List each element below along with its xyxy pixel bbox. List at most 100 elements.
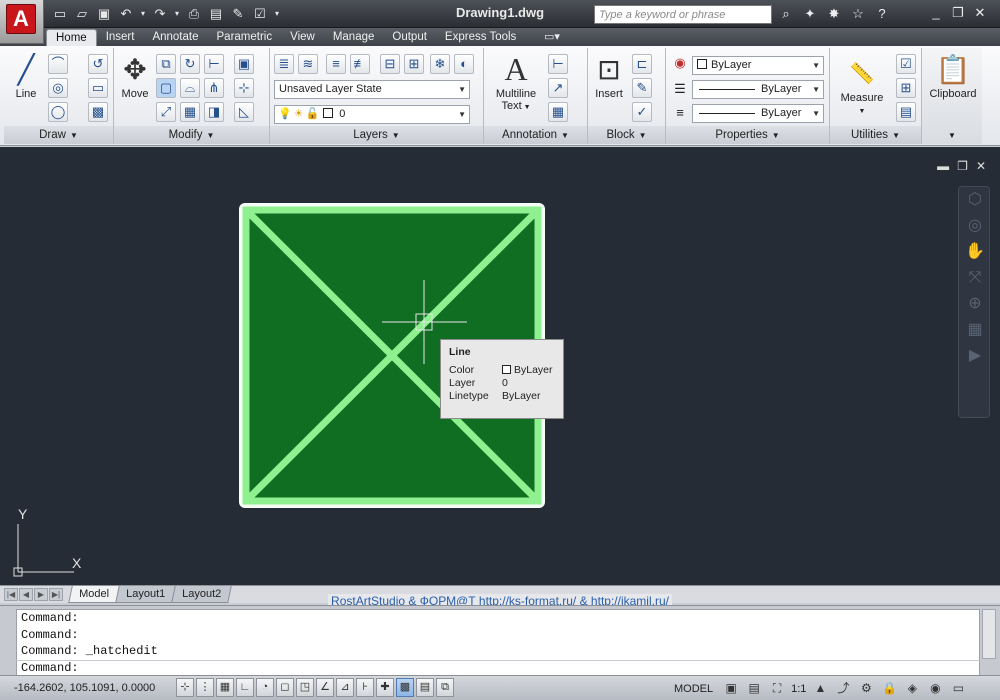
properties-panel-label[interactable]: Properties ▼: [666, 126, 829, 144]
copy-icon[interactable]: ⧉: [156, 54, 176, 74]
explode-icon[interactable]: ⊹: [234, 78, 254, 98]
multiline-text-button[interactable]: A Multiline Text ▼: [488, 52, 544, 112]
fillet-icon[interactable]: ⌓: [180, 78, 200, 98]
layer-isolate-icon[interactable]: ⊟: [380, 54, 400, 74]
hatch-icon[interactable]: ▩: [88, 102, 108, 122]
tab-parametric[interactable]: Parametric: [208, 29, 282, 46]
snap-mode-icon[interactable]: ⋮: [196, 678, 214, 697]
quick-select-icon[interactable]: ☑: [896, 54, 916, 74]
minimize-icon[interactable]: _: [928, 4, 944, 22]
restore-icon[interactable]: ❐: [950, 4, 966, 22]
calculator-icon[interactable]: ▤: [896, 102, 916, 122]
ribbon-minimize-icon[interactable]: ▭▾: [544, 30, 560, 43]
isolate-objects-icon[interactable]: ◉: [926, 680, 944, 697]
modify-panel-label[interactable]: Modify ▼: [114, 126, 269, 144]
quick-view-drawings-icon[interactable]: ▤: [745, 680, 763, 697]
last-layout-icon[interactable]: ▶|: [49, 588, 63, 601]
redo-dropdown-icon[interactable]: ▾: [172, 4, 182, 24]
transparency-icon[interactable]: ▩: [396, 678, 414, 697]
orbit-icon[interactable]: ⊕: [959, 291, 991, 317]
rotate-icon[interactable]: ↻: [180, 54, 200, 74]
wrench-icon[interactable]: ✦: [800, 4, 820, 24]
ellipse-icon[interactable]: ◯: [48, 102, 68, 122]
polyline-icon[interactable]: ⌒: [48, 54, 68, 74]
open-icon[interactable]: ▱: [72, 4, 92, 24]
tab-manage[interactable]: Manage: [324, 29, 384, 46]
clipboard-button[interactable]: 📋 Clipboard: [924, 54, 982, 100]
scale-icon[interactable]: ⤢: [156, 102, 176, 122]
layer-dropdown[interactable]: 💡 ☀ 🔓 0 ▼: [274, 105, 470, 124]
hardware-acceleration-icon[interactable]: ◈: [903, 680, 921, 697]
insert-block-button[interactable]: ⊡ Insert: [590, 54, 628, 100]
edit-attributes-icon[interactable]: ✓: [632, 102, 652, 122]
ortho-mode-icon[interactable]: ∟: [236, 678, 254, 697]
move-button[interactable]: ✥ Move: [118, 54, 152, 100]
command-scrollbar[interactable]: [982, 609, 996, 659]
zoom-icon[interactable]: ⤧: [959, 265, 991, 291]
annotation-scale-icon[interactable]: ⛶: [768, 680, 786, 697]
layout-tab-layout2[interactable]: Layout2: [171, 586, 233, 603]
grid-display-icon[interactable]: ▦: [216, 678, 234, 697]
pan-hand-icon[interactable]: ✋: [959, 239, 991, 265]
layer-freeze-icon[interactable]: ❄: [430, 54, 450, 74]
annotation-scale-value[interactable]: 1:1: [791, 683, 806, 695]
binoculars-icon[interactable]: ⌕: [776, 4, 796, 24]
layer-unisolate-icon[interactable]: ⊞: [404, 54, 424, 74]
chamfer-icon[interactable]: ◺: [234, 102, 254, 122]
tab-annotate[interactable]: Annotate: [143, 29, 207, 46]
steeringwheel-icon[interactable]: ⬡: [959, 187, 991, 213]
tab-express-tools[interactable]: Express Tools: [436, 29, 525, 46]
layers-panel-label[interactable]: Layers ▼: [270, 126, 483, 144]
qat-dropdown-icon[interactable]: ▾: [272, 4, 282, 24]
tab-insert[interactable]: Insert: [97, 29, 144, 46]
object-snap-tracking-icon[interactable]: ∠: [316, 678, 334, 697]
communication-center-icon[interactable]: ✸: [824, 4, 844, 24]
dynamic-ucs-icon[interactable]: ⊿: [336, 678, 354, 697]
undo-icon[interactable]: ↶: [116, 4, 136, 24]
clean-screen-icon[interactable]: ▭: [949, 680, 967, 697]
linetype-icon[interactable]: ☰: [670, 80, 690, 100]
layer-properties-icon[interactable]: ≣: [274, 54, 294, 74]
layer-previous-icon[interactable]: ≢: [350, 54, 370, 74]
block-panel-label[interactable]: Block ▼: [588, 126, 665, 144]
match-properties-icon[interactable]: ✎: [228, 4, 248, 24]
quick-view-layouts-icon[interactable]: ▣: [722, 680, 740, 697]
lock-toolbar-icon[interactable]: 🔒: [880, 680, 898, 697]
layer-off-icon[interactable]: ◐: [454, 54, 474, 74]
quick-properties-icon[interactable]: ▤: [416, 678, 434, 697]
showmotion-icon[interactable]: ▦: [959, 317, 991, 343]
workspace-gear-icon[interactable]: ⚙: [857, 680, 875, 697]
stretch-icon[interactable]: ▢: [156, 78, 176, 98]
select-similar-icon[interactable]: ⊞: [896, 78, 916, 98]
autoscale-icon[interactable]: ⤴: [834, 680, 852, 697]
line-button[interactable]: ╱ Line: [8, 54, 44, 100]
dimension-icon[interactable]: ⊢: [548, 54, 568, 74]
application-menu-button[interactable]: A: [0, 0, 44, 44]
lineweight-display-icon[interactable]: ✚: [376, 678, 394, 697]
color-wheel-icon[interactable]: ◉: [670, 54, 690, 74]
table-icon[interactable]: ▦: [548, 102, 568, 122]
model-space-toggle[interactable]: MODEL: [674, 683, 713, 695]
draw-panel-label[interactable]: Draw ▼: [4, 126, 113, 144]
leader-icon[interactable]: ↗: [548, 78, 568, 98]
undo-dropdown-icon[interactable]: ▾: [138, 4, 148, 24]
publish-icon[interactable]: ▤: [206, 4, 226, 24]
search-input[interactable]: Type a keyword or phrase: [594, 5, 772, 24]
polar-tracking-icon[interactable]: ◔: [256, 678, 274, 697]
showmotion-play-icon[interactable]: ▶: [959, 343, 991, 369]
clipboard-expand-icon[interactable]: ▼: [948, 131, 956, 140]
offset-icon[interactable]: ◨: [204, 102, 224, 122]
circle-icon[interactable]: ◎: [48, 78, 68, 98]
layout-tab-model[interactable]: Model: [68, 586, 120, 603]
annotation-panel-label[interactable]: Annotation ▼: [484, 126, 587, 144]
trim-icon[interactable]: ⊢: [204, 54, 224, 74]
rectangle-icon[interactable]: ▭: [88, 78, 108, 98]
layer-state-dropdown[interactable]: Unsaved Layer State ▼: [274, 80, 470, 99]
linetype-dropdown[interactable]: ByLayer ▼: [692, 80, 824, 99]
prev-layout-icon[interactable]: ◀: [19, 588, 33, 601]
infer-constraints-icon[interactable]: ⊹: [176, 678, 194, 697]
utilities-panel-label[interactable]: Utilities ▼: [830, 126, 921, 144]
array-icon[interactable]: ▦: [180, 102, 200, 122]
annotation-visibility-icon[interactable]: ▲: [811, 680, 829, 697]
plot-icon[interactable]: ⎙: [184, 4, 204, 24]
